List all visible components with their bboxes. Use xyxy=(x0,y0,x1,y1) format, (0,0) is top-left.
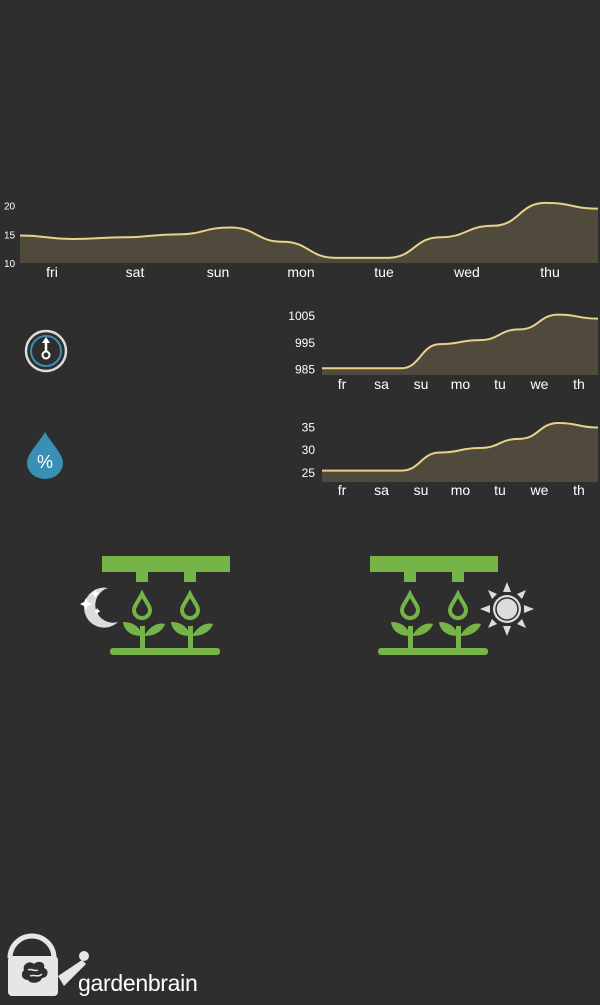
temperature-ytick-label: 10 xyxy=(4,259,16,270)
pressure-xtick-label: we xyxy=(530,376,549,392)
humidity-chart-svg: 35 30 25 fr sa su mo tu we th xyxy=(302,421,599,498)
pressure-xtick-label: fr xyxy=(338,376,347,392)
temperature-xtick-label: sun xyxy=(207,264,230,280)
night-irrigation-button[interactable] xyxy=(70,550,240,660)
temperature-ytick-label: 20 xyxy=(4,202,16,213)
humidity-xtick-label: th xyxy=(573,482,585,498)
temperature-xtick-label: fri xyxy=(46,264,58,280)
humidity-ytick-label: 35 xyxy=(302,421,316,435)
sprout-icon xyxy=(110,622,220,655)
pressure-xtick-label: th xyxy=(573,376,585,392)
humidity-area xyxy=(322,423,598,482)
pressure-xtick-label: tu xyxy=(494,376,506,392)
pressure-gauge-icon xyxy=(24,329,68,373)
humidity-xtick-label: sa xyxy=(374,482,389,498)
pressure-ytick-label: 1005 xyxy=(288,309,315,323)
temperature-xtick-label: wed xyxy=(453,264,480,280)
humidity-symbol: % xyxy=(37,452,53,472)
humidity-xtick-label: tu xyxy=(494,482,506,498)
water-drop-icon xyxy=(131,589,201,620)
temperature-xtick-label: thu xyxy=(540,264,559,280)
sun-icon xyxy=(480,582,534,636)
temperature-xtick-label: tue xyxy=(374,264,394,280)
humidity-chart: 35 30 25 fr sa su mo tu we th xyxy=(270,417,600,502)
pressure-xtick-label: sa xyxy=(374,376,389,392)
brand-name: gardenbrain xyxy=(78,970,198,996)
pressure-ytick-label: 995 xyxy=(295,336,315,350)
temperature-xtick-label: mon xyxy=(287,264,314,280)
humidity-drop-icon: % xyxy=(24,430,66,480)
pressure-chart: 1005 995 985 fr sa su mo tu we th xyxy=(270,309,600,395)
pressure-ytick-label: 985 xyxy=(295,363,315,377)
day-irrigation-button[interactable] xyxy=(370,550,540,660)
humidity-xtick-label: fr xyxy=(338,482,347,498)
moon-stars-icon xyxy=(80,587,118,628)
humidity-xtick-label: we xyxy=(530,482,549,498)
pressure-area xyxy=(322,314,598,375)
pressure-chart-svg: 1005 995 985 fr sa su mo tu we th xyxy=(288,309,599,392)
temperature-xtick-label: sat xyxy=(126,264,145,280)
temperature-ytick-label: 15 xyxy=(4,230,16,241)
temperature-chart: 20 15 10 fri sat sun mon tue wed thu xyxy=(0,195,600,285)
pressure-xtick-label: su xyxy=(414,376,429,392)
temperature-area xyxy=(20,202,598,263)
humidity-xtick-label: mo xyxy=(451,482,471,498)
humidity-ytick-label: 30 xyxy=(302,443,316,457)
humidity-xtick-label: su xyxy=(414,482,429,498)
humidity-ytick-label: 25 xyxy=(302,466,316,480)
pressure-xtick-label: mo xyxy=(451,376,471,392)
temperature-chart-svg: 20 15 10 fri sat sun mon tue wed thu xyxy=(4,202,599,280)
irrigation-pipe-icon xyxy=(102,556,230,582)
